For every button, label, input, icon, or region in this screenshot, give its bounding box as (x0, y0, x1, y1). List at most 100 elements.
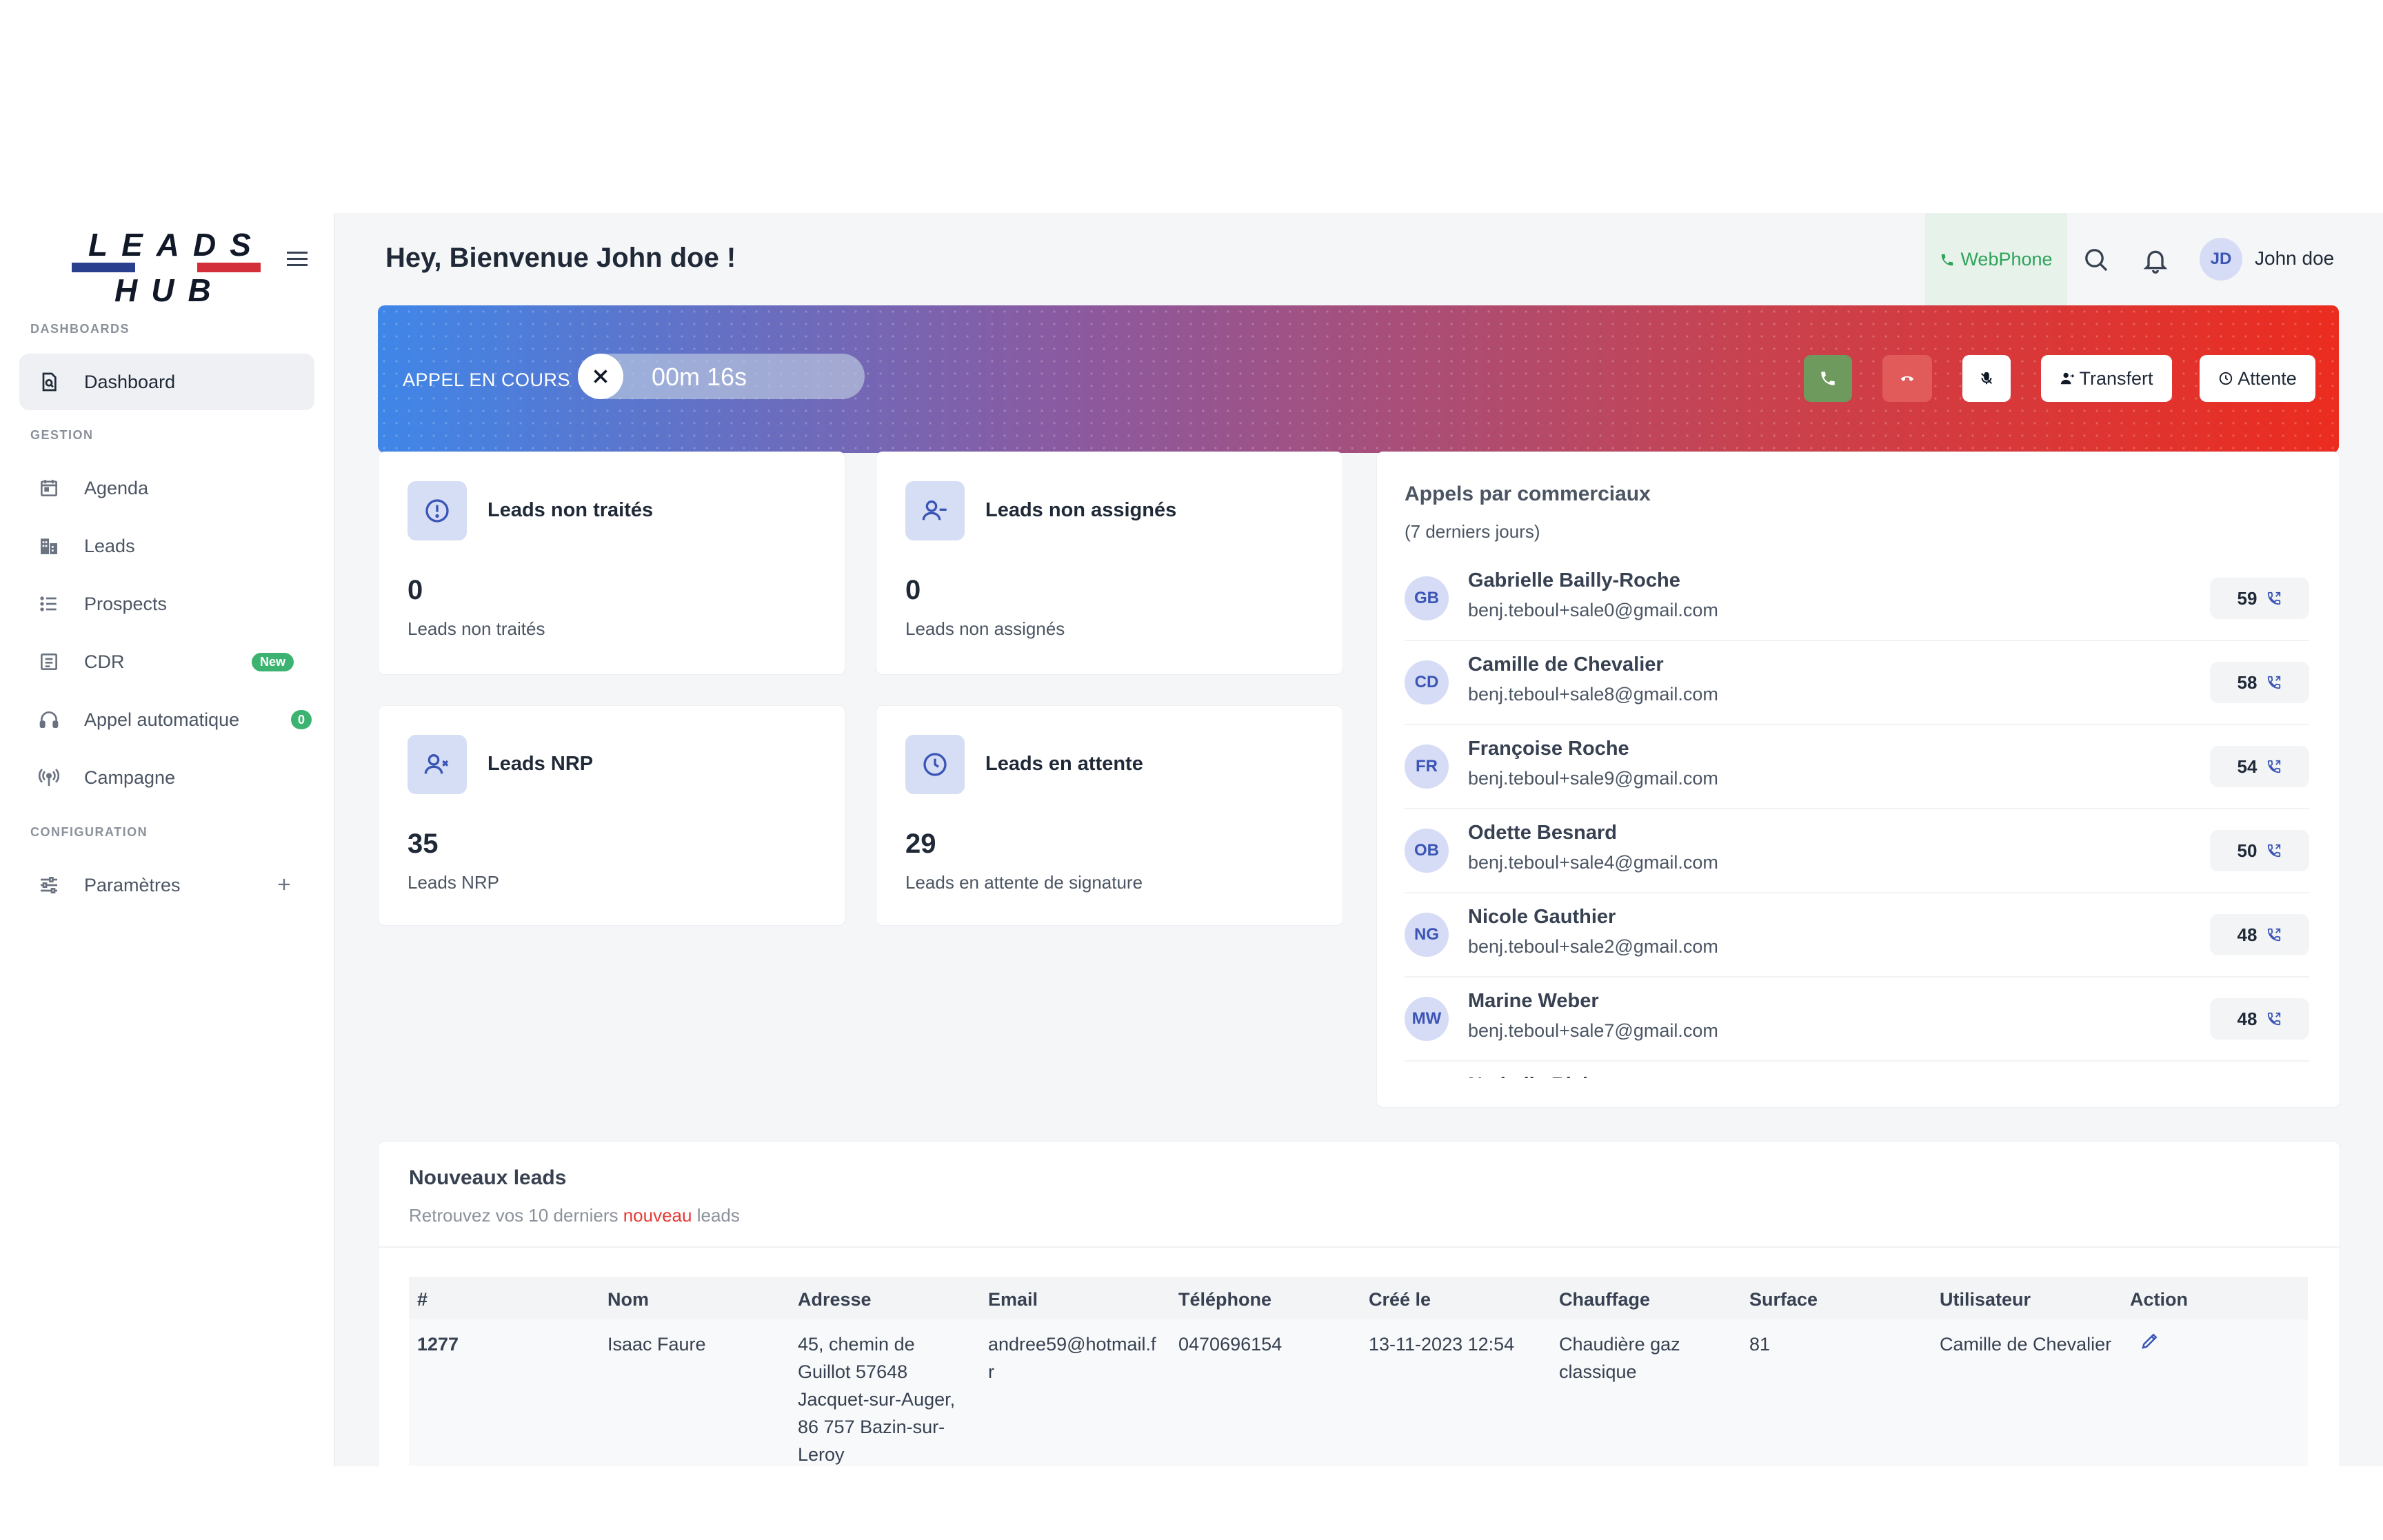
list-item[interactable]: GB Gabrielle Bailly-Roche benj.teboul+sale… (1405, 557, 2309, 641)
sales-name: Camille de Chevalier (1468, 654, 1664, 676)
close-icon (594, 369, 607, 383)
mic-off-icon (1980, 372, 1993, 385)
panel-header: Nouveaux leads Retrouvez vos 10 derniers… (379, 1142, 2340, 1248)
user-name[interactable]: John doe (2255, 247, 2334, 270)
call-banner: APPEL EN COURS 00m 16s Transfert Attente (378, 305, 2339, 453)
stat-card-non-traites[interactable]: Leads non traités 0 Leads non traités (378, 452, 845, 675)
dashboard-icon (37, 370, 61, 394)
call-count: 59 (2237, 587, 2258, 609)
avatar: NG (1405, 913, 1449, 957)
phone-outgoing-icon (2268, 760, 2281, 773)
hold-button[interactable]: Attente (2200, 355, 2315, 402)
list-item[interactable]: NG Nicole Gauthier benj.teboul+sale2@gmail… (1405, 893, 2309, 977)
cell-nom: Isaac Faure (607, 1334, 706, 1355)
webphone-button[interactable]: WebPhone (1925, 213, 2067, 306)
subtitle-highlight: nouveau (623, 1205, 692, 1226)
sales-name: Odette Besnard (1468, 822, 1617, 844)
cell-chauffage: Chaudière gaz classique (1559, 1334, 1680, 1382)
phone-outgoing-icon (2268, 591, 2281, 605)
column-header[interactable]: Surface (1749, 1289, 1818, 1310)
avatar[interactable]: JD (2200, 238, 2242, 281)
column-header[interactable]: Adresse (798, 1289, 872, 1310)
call-count-badge: 54 (2210, 746, 2309, 787)
sidebar-item-leads[interactable]: Leads (19, 518, 314, 574)
phone-icon (1942, 254, 1953, 265)
sidebar-item-appel-automatique[interactable]: Appel automatique 0 (19, 691, 314, 748)
document-icon (37, 650, 61, 673)
stat-card-non-assignes[interactable]: Leads non assignés 0 Leads non assignés (876, 452, 1343, 675)
transfer-button[interactable]: Transfert (2041, 355, 2172, 402)
search-icon[interactable] (2082, 246, 2110, 274)
stat-title: Leads non traités (487, 499, 654, 521)
panel-title: Appels par commerciaux (1405, 483, 1651, 505)
call-count-badge: 48 (2210, 998, 2309, 1040)
stat-title: Leads en attente (985, 753, 1143, 775)
avatar: OB (1405, 829, 1449, 873)
list-item[interactable]: MW Marine Weber benj.teboul+sale7@gmail.co… (1405, 977, 2309, 1062)
cell-adresse: 45, chemin de Guillot 57648 Jacquet-sur-… (798, 1334, 956, 1465)
sales-email: benj.teboul+sale9@gmail.com (1468, 768, 1718, 789)
new-leads-panel: Nouveaux leads Retrouvez vos 10 derniers… (378, 1141, 2340, 1466)
stat-subtitle: Leads NRP (408, 872, 499, 893)
sidebar-item-campagne[interactable]: Campagne (19, 749, 314, 806)
sidebar-item-prospects[interactable]: Prospects (19, 576, 314, 632)
column-header[interactable]: Créé le (1369, 1289, 1431, 1310)
column-header[interactable]: Email (988, 1289, 1038, 1310)
stat-subtitle: Leads non traités (408, 618, 545, 639)
calls-list[interactable]: GB Gabrielle Bailly-Roche benj.teboul+sale… (1405, 557, 2309, 1078)
bell-icon[interactable] (2142, 246, 2169, 274)
list-item[interactable]: FR Françoise Roche benj.teboul+sale9@gmail… (1405, 725, 2309, 809)
list-item[interactable]: OB Odette Besnard benj.teboul+sale4@gmail.… (1405, 809, 2309, 893)
list-item[interactable]: CD Camille de Chevalier benj.teboul+sale8@… (1405, 641, 2309, 725)
sidebar-item-label: Appel automatique (84, 709, 240, 730)
count-badge: 0 (291, 710, 312, 729)
sales-email: benj.teboul+sale8@gmail.com (1468, 684, 1718, 705)
sidebar-item-dashboard[interactable]: Dashboard (19, 354, 314, 410)
phone-outgoing-icon (2268, 1012, 2281, 1026)
column-header[interactable]: Nom (607, 1289, 649, 1310)
column-header[interactable]: Chauffage (1559, 1289, 1650, 1310)
app-logo[interactable]: LEADS HUB (69, 224, 265, 310)
sidebar-item-agenda[interactable]: Agenda (19, 460, 314, 516)
mute-button[interactable] (1962, 355, 2011, 402)
plus-icon[interactable] (274, 875, 294, 894)
section-gestion: GESTION (30, 428, 94, 442)
sidebar-item-cdr[interactable]: CDR New (19, 634, 314, 690)
section-dashboards: DASHBOARDS (30, 322, 130, 336)
stat-value: 0 (408, 575, 423, 605)
stat-title: Leads non assignés (985, 499, 1177, 521)
hold-icon (2220, 372, 2233, 385)
call-count-badge: 50 (2210, 830, 2309, 871)
stat-subtitle: Leads en attente de signature (905, 872, 1143, 893)
webphone-label: WebPhone (1960, 249, 2053, 270)
broadcast-icon (37, 766, 61, 789)
hold-label: Attente (2238, 367, 2297, 389)
menu-toggle-icon[interactable] (285, 249, 310, 270)
stat-value: 29 (905, 829, 936, 859)
list-item[interactable]: Nathalie Riviere (1405, 1062, 2309, 1078)
hangup-call-button[interactable] (1882, 355, 1932, 402)
avatar: GB (1405, 576, 1449, 620)
sidebar-item-label: Campagne (84, 767, 176, 788)
sidebar-item-label: CDR (84, 651, 125, 672)
close-call-button[interactable] (578, 354, 623, 399)
clock-icon (905, 735, 965, 794)
list-icon (37, 592, 61, 616)
stat-title: Leads NRP (487, 753, 594, 775)
call-count: 54 (2237, 756, 2258, 777)
sidebar-item-label: Agenda (84, 477, 149, 498)
column-header[interactable]: # (417, 1289, 428, 1310)
stat-card-nrp[interactable]: Leads NRP 35 Leads NRP (378, 705, 845, 926)
sliders-icon (37, 873, 61, 897)
sidebar-item-parametres[interactable]: Paramètres (19, 857, 314, 913)
table-row[interactable]: 1277 Isaac Faure 45, chemin de Guillot 5… (409, 1319, 2308, 1466)
column-header[interactable]: Utilisateur (1940, 1289, 2031, 1310)
phone-outgoing-icon (2268, 676, 2281, 689)
calls-per-sales-panel: Appels par commerciaux (7 derniers jours… (1376, 452, 2340, 1108)
column-header[interactable]: Téléphone (1178, 1289, 1271, 1310)
call-count: 48 (2237, 1008, 2258, 1029)
edit-icon[interactable] (2140, 1330, 2160, 1351)
stat-card-attente[interactable]: Leads en attente 29 Leads en attente de … (876, 705, 1343, 926)
cell-cree: 13-11-2023 12:54 (1369, 1334, 1515, 1355)
answer-call-button[interactable] (1804, 355, 1852, 402)
